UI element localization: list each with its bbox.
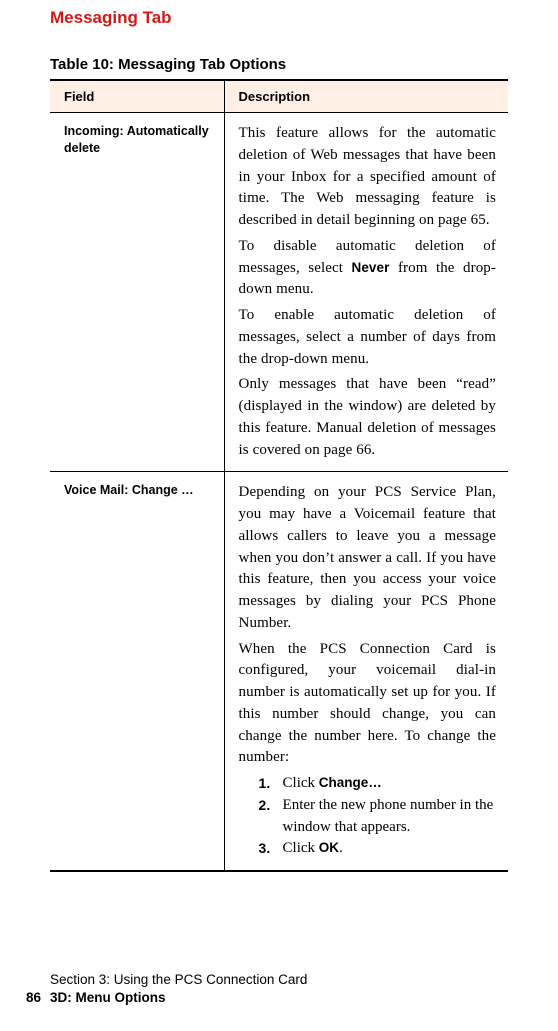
body-text: To enable automatic deletion of messages…: [239, 305, 496, 370]
field-cell: Incoming: Automatically delete: [50, 113, 224, 472]
table-caption: Table 10: Messaging Tab Options: [50, 56, 508, 73]
table-row: Voice Mail: Change … Depending on your P…: [50, 472, 508, 871]
footer-subsection: 3D: Menu Options: [50, 990, 166, 1005]
table-row: Incoming: Automatically delete This feat…: [50, 113, 508, 472]
header-description: Description: [224, 80, 508, 113]
options-table: Field Description Incoming: Automaticall…: [50, 79, 508, 872]
description-cell: This feature allows for the automatic de…: [224, 113, 508, 472]
steps-list: 1.Click Change… 2.Enter the new phone nu…: [239, 773, 496, 860]
step-item: 1.Click Change…: [259, 773, 496, 795]
page-footer: 86 Section 3: Using the PCS Connection C…: [50, 971, 307, 1007]
body-text: When the PCS Connection Card is configur…: [239, 639, 496, 770]
inline-bold: Never: [351, 260, 389, 275]
section-title: Messaging Tab: [50, 8, 508, 28]
inline-bold: Change…: [319, 775, 382, 790]
footer-section-path: Section 3: Using the PCS Connection Card: [50, 971, 307, 989]
step-item: 3.Click OK.: [259, 838, 496, 860]
page-number: 86: [26, 989, 41, 1007]
step-item: 2.Enter the new phone number in the wind…: [259, 795, 496, 839]
header-field: Field: [50, 80, 224, 113]
body-text: This feature allows for the automatic de…: [239, 123, 496, 232]
body-text: To disable automatic deletion of message…: [239, 236, 496, 301]
body-text: Depending on your PCS Service Plan, you …: [239, 482, 496, 634]
inline-bold: OK: [319, 840, 339, 855]
body-text: Only messages that have been “read” (dis…: [239, 374, 496, 461]
description-cell: Depending on your PCS Service Plan, you …: [224, 472, 508, 871]
field-cell: Voice Mail: Change …: [50, 472, 224, 871]
